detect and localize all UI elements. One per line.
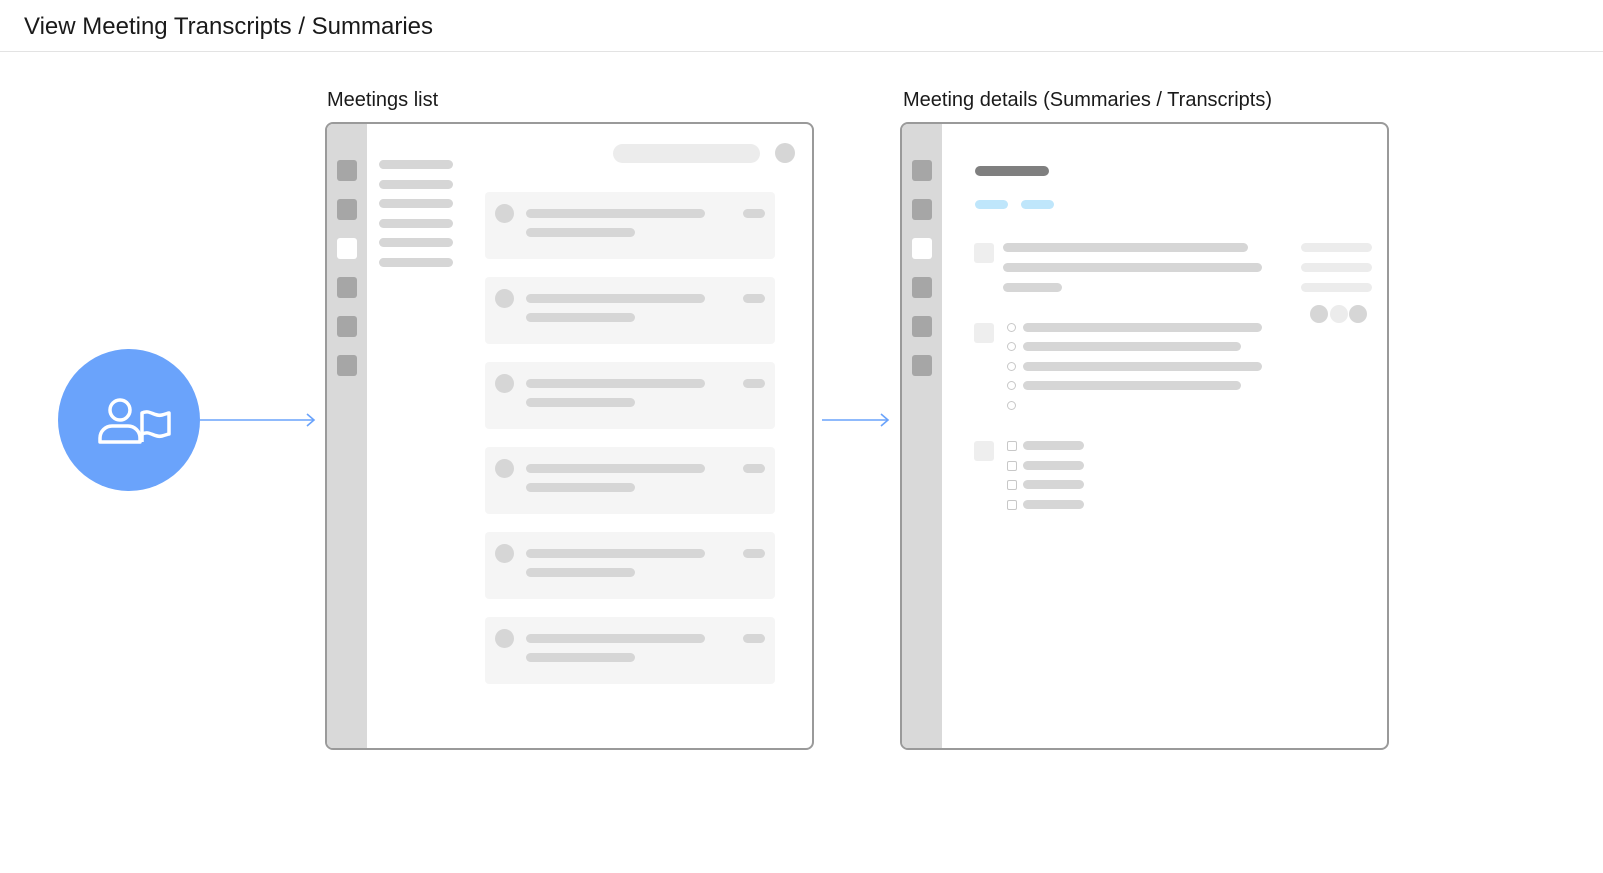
meeting-card[interactable] xyxy=(485,192,775,259)
meeting-card[interactable] xyxy=(485,532,775,599)
meeting-avatar xyxy=(495,544,514,563)
participant-avatar xyxy=(1330,305,1348,323)
sidebar-icon-active[interactable] xyxy=(912,238,932,259)
flow-arrow-to-list xyxy=(200,413,316,427)
tab-summary[interactable] xyxy=(975,200,1008,209)
page-title: View Meeting Transcripts / Summaries xyxy=(24,13,434,40)
meeting-card[interactable] xyxy=(485,447,775,514)
sidebar-icon-active[interactable] xyxy=(337,238,357,259)
meta-line-placeholder xyxy=(1301,263,1372,272)
meta-line-placeholder xyxy=(1301,283,1372,292)
checklist-item-placeholder xyxy=(1023,461,1084,470)
checklist-item-placeholder xyxy=(1023,441,1084,450)
meeting-meta-placeholder xyxy=(743,464,765,473)
sidebar-icon[interactable] xyxy=(912,316,932,337)
sidebar-icon[interactable] xyxy=(912,277,932,298)
persona-circle xyxy=(58,349,200,491)
meeting-subtitle-placeholder xyxy=(526,313,635,322)
flow-arrow-to-details xyxy=(822,413,890,427)
participant-avatar xyxy=(1310,305,1328,323)
bullet-marker xyxy=(1007,342,1016,351)
page-header: View Meeting Transcripts / Summaries xyxy=(0,0,1603,52)
nav-item-placeholder[interactable] xyxy=(379,219,453,228)
meeting-avatar xyxy=(495,374,514,393)
sidebar-icon[interactable] xyxy=(337,316,357,337)
meeting-subtitle-placeholder xyxy=(526,228,635,237)
nav-item-placeholder[interactable] xyxy=(379,160,453,169)
meeting-title-placeholder xyxy=(526,209,705,218)
summary-line-placeholder xyxy=(1003,243,1248,252)
checkbox[interactable] xyxy=(1007,480,1017,490)
sidebar-icon[interactable] xyxy=(337,355,357,376)
bullet-line-placeholder xyxy=(1023,323,1262,332)
meeting-card[interactable] xyxy=(485,617,775,684)
meeting-details-label: Meeting details (Summaries / Transcripts… xyxy=(903,89,1273,111)
meeting-meta-placeholder xyxy=(743,634,765,643)
sidebar-icon[interactable] xyxy=(912,199,932,220)
participant-avatar xyxy=(1349,305,1367,323)
sidebar-icon[interactable] xyxy=(337,277,357,298)
nav-item-placeholder[interactable] xyxy=(379,258,453,267)
meeting-avatar xyxy=(495,459,514,478)
meeting-meta-placeholder xyxy=(743,549,765,558)
meeting-meta-placeholder xyxy=(743,294,765,303)
sidebar-icon[interactable] xyxy=(337,199,357,220)
meeting-title-placeholder xyxy=(526,294,705,303)
meeting-meta-placeholder xyxy=(743,379,765,388)
meeting-title-placeholder xyxy=(526,634,705,643)
tab-transcript[interactable] xyxy=(1021,200,1054,209)
section-icon-placeholder xyxy=(974,243,994,263)
meetings-list-frame xyxy=(325,122,814,750)
sidebar-icon[interactable] xyxy=(912,160,932,181)
meta-line-placeholder xyxy=(1301,243,1372,252)
bullet-marker xyxy=(1007,323,1016,332)
summary-line-placeholder xyxy=(1003,283,1062,292)
meeting-card[interactable] xyxy=(485,362,775,429)
nav-item-placeholder[interactable] xyxy=(379,180,453,189)
checkbox[interactable] xyxy=(1007,441,1017,451)
meeting-subtitle-placeholder xyxy=(526,568,635,577)
meeting-title-placeholder xyxy=(975,166,1049,176)
meeting-subtitle-placeholder xyxy=(526,483,635,492)
sidebar-rail xyxy=(902,124,942,748)
meeting-subtitle-placeholder xyxy=(526,398,635,407)
meeting-avatar xyxy=(495,289,514,308)
meeting-meta-placeholder xyxy=(743,209,765,218)
user-flag-icon xyxy=(98,398,171,444)
meeting-title-placeholder xyxy=(526,379,705,388)
meeting-avatar xyxy=(495,629,514,648)
meeting-avatar xyxy=(495,204,514,223)
meeting-subtitle-placeholder xyxy=(526,653,635,662)
checkbox[interactable] xyxy=(1007,500,1017,510)
meeting-details-frame xyxy=(900,122,1389,750)
nav-item-placeholder[interactable] xyxy=(379,238,453,247)
bullet-marker xyxy=(1007,362,1016,371)
meeting-card[interactable] xyxy=(485,277,775,344)
bullet-marker xyxy=(1007,401,1016,410)
checkbox[interactable] xyxy=(1007,461,1017,471)
section-icon-placeholder xyxy=(974,323,994,343)
bullet-line-placeholder xyxy=(1023,381,1241,390)
bullet-marker xyxy=(1007,381,1016,390)
meeting-title-placeholder xyxy=(526,464,705,473)
nav-item-placeholder[interactable] xyxy=(379,199,453,208)
meeting-title-placeholder xyxy=(526,549,705,558)
sidebar-icon[interactable] xyxy=(337,160,357,181)
sidebar-icon[interactable] xyxy=(912,355,932,376)
avatar[interactable] xyxy=(775,143,795,163)
checklist-item-placeholder xyxy=(1023,480,1084,489)
summary-line-placeholder xyxy=(1003,263,1262,272)
meetings-list-label: Meetings list xyxy=(327,89,439,111)
search-input-placeholder[interactable] xyxy=(613,144,760,163)
bullet-line-placeholder xyxy=(1023,362,1262,371)
checklist-item-placeholder xyxy=(1023,500,1084,509)
sidebar-rail xyxy=(327,124,367,748)
bullet-line-placeholder xyxy=(1023,342,1241,351)
section-icon-placeholder xyxy=(974,441,994,461)
